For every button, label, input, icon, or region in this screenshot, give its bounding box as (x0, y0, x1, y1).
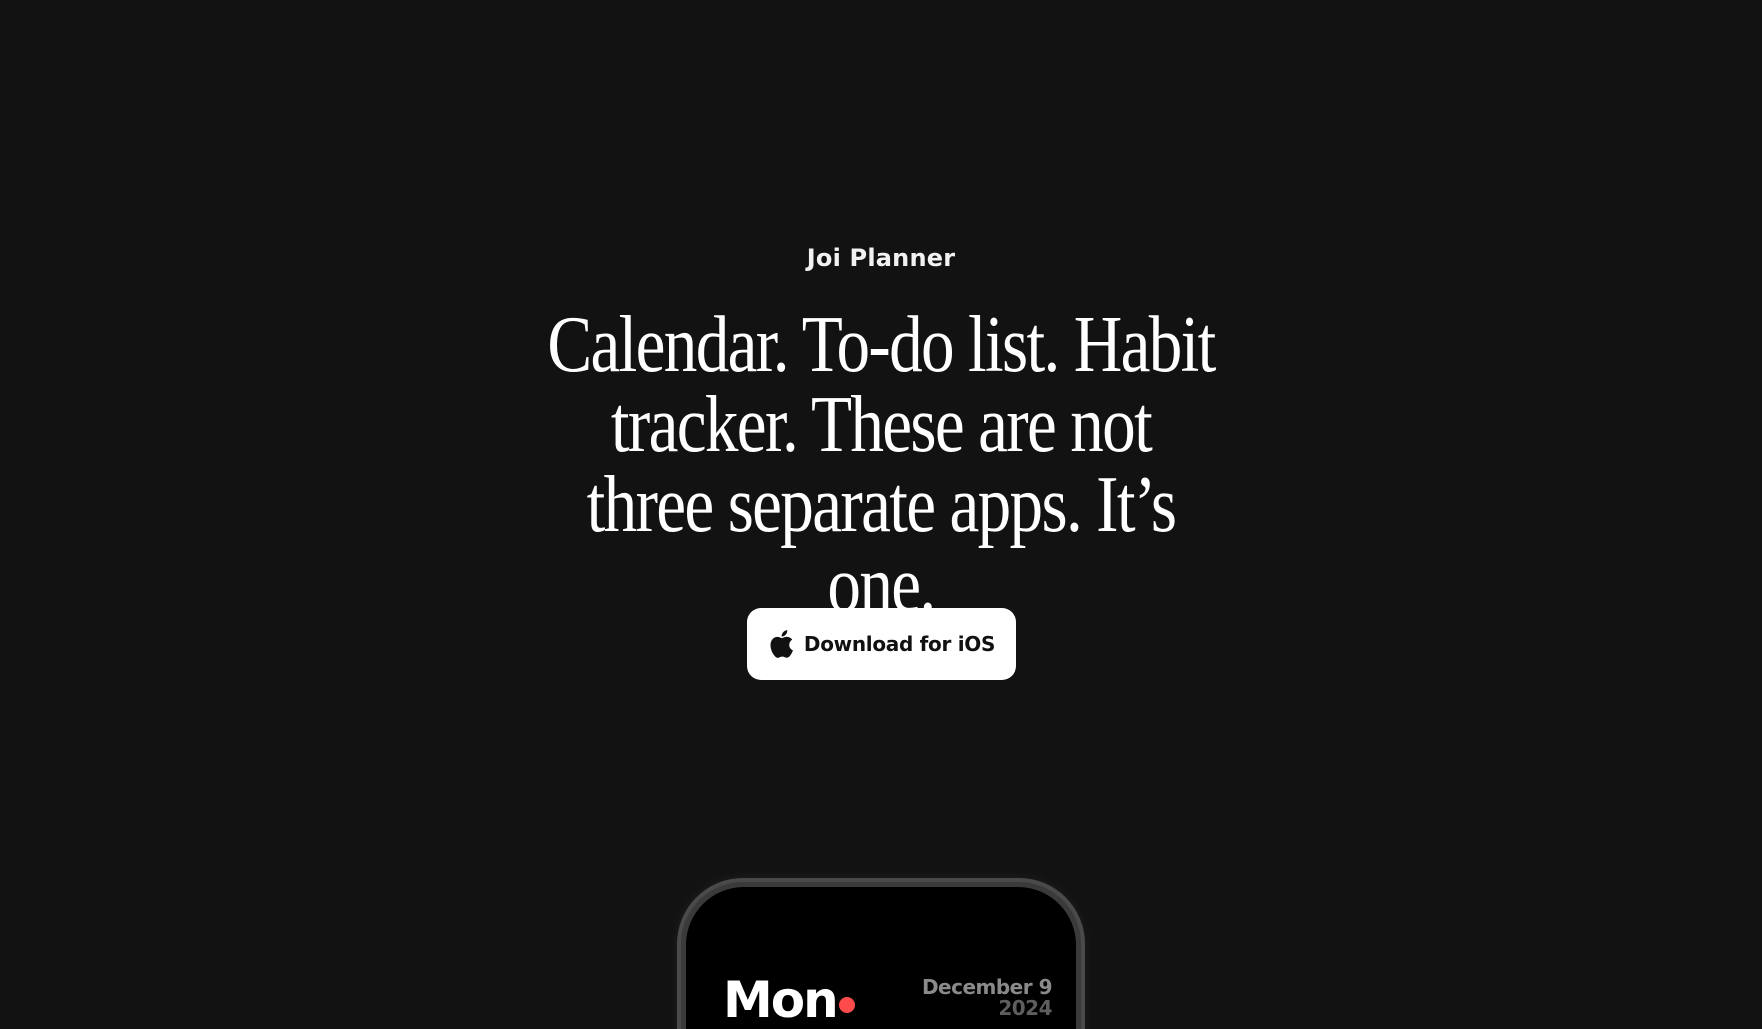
apple-icon (770, 630, 793, 658)
hero-headline: Calendar. To-do list. Habit tracker. The… (547, 301, 1216, 629)
brand-name: Joi Planner (806, 244, 956, 272)
hero-section: Joi Planner Calendar. To-do list. Habit … (0, 0, 1762, 1029)
year-label: 2024 (998, 996, 1052, 1020)
today-indicator-dot (839, 997, 855, 1013)
phone-mockup: Mon December 9 2024 (677, 878, 1085, 1029)
phone-screen: Mon December 9 2024 (686, 887, 1076, 1029)
download-ios-button[interactable]: Download for iOS (747, 608, 1016, 680)
download-button-label: Download for iOS (803, 632, 996, 656)
date-display: December 9 2024 (922, 977, 1053, 1020)
day-label: Mon (723, 971, 839, 1029)
